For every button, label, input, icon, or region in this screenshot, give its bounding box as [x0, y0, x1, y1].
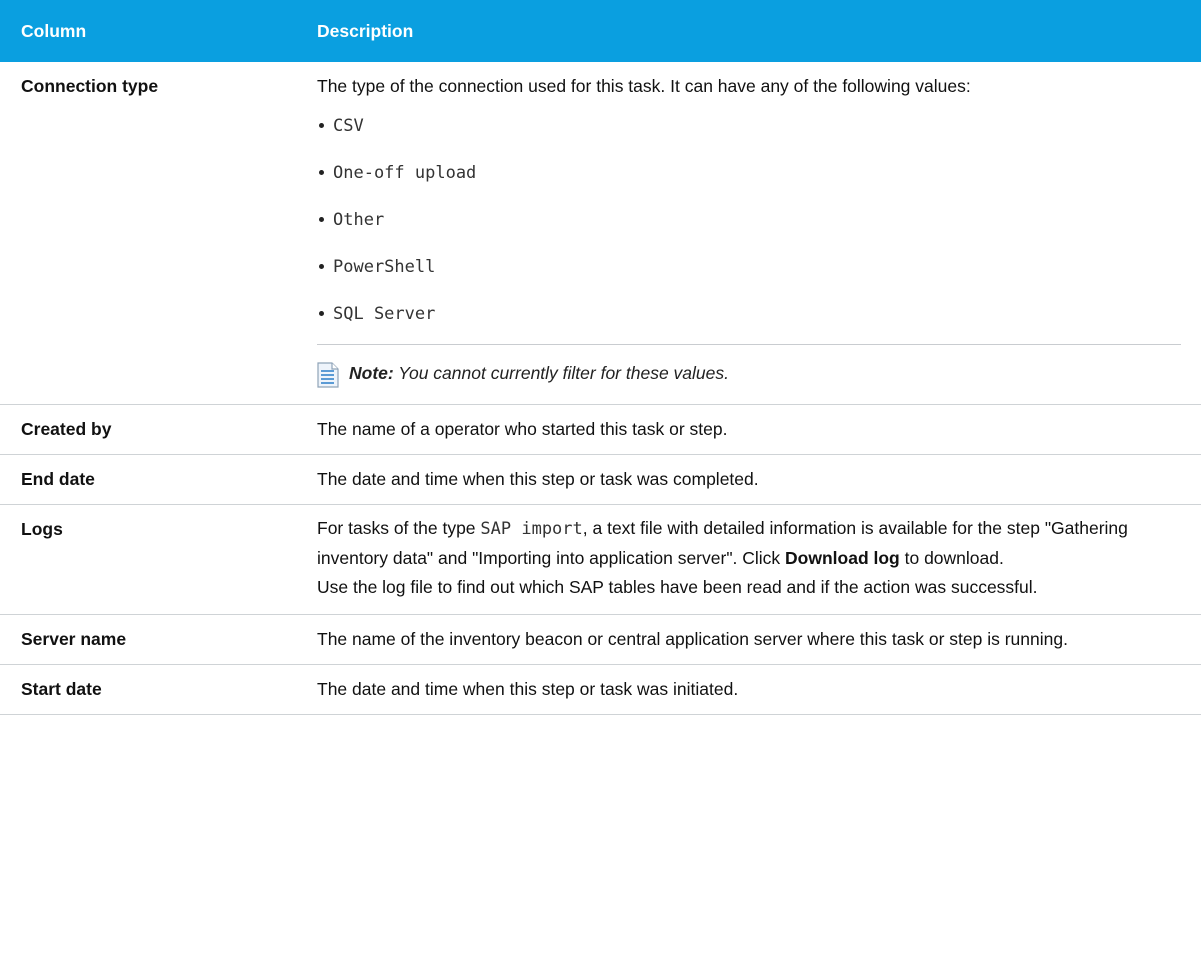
value-code: One-off upload: [333, 163, 477, 183]
list-item: SQL Server: [317, 301, 1181, 326]
connection-type-values: CSV One-off upload Other PowerShell SQL …: [317, 113, 1181, 326]
connection-type-intro: The type of the connection used for this…: [317, 76, 971, 96]
value-code: PowerShell: [333, 257, 436, 277]
columns-table: Column Description Connection type The t…: [0, 0, 1201, 715]
note-label: Note:: [349, 363, 394, 383]
row-name: Server name: [0, 614, 297, 665]
logs-code: SAP import: [480, 519, 583, 539]
note-text: Note: You cannot currently filter for th…: [349, 359, 729, 388]
logs-second-paragraph: Use the log file to find out which SAP t…: [317, 577, 1038, 597]
list-item: One-off upload: [317, 160, 1181, 185]
table-row-end-date: End date The date and time when this ste…: [0, 454, 1201, 505]
row-description: The date and time when this step or task…: [297, 664, 1201, 715]
table-row-start-date: Start date The date and time when this s…: [0, 664, 1201, 715]
value-code: Other: [333, 210, 385, 230]
value-code: SQL Server: [333, 304, 436, 324]
bullet-icon: [319, 217, 324, 222]
row-description: The type of the connection used for this…: [297, 62, 1201, 405]
logs-paragraph: For tasks of the type SAP import, a text…: [317, 514, 1181, 573]
list-item: CSV: [317, 113, 1181, 138]
list-item: PowerShell: [317, 254, 1181, 279]
table-header: Column Description: [0, 0, 1201, 62]
value-code: CSV: [333, 116, 364, 136]
bullet-icon: [319, 264, 324, 269]
row-name: Start date: [0, 664, 297, 715]
row-description: The date and time when this step or task…: [297, 454, 1201, 505]
list-item: Other: [317, 207, 1181, 232]
bullet-icon: [319, 123, 324, 128]
row-description: For tasks of the type SAP import, a text…: [297, 504, 1201, 615]
description-header: Description: [297, 0, 1201, 62]
bullet-icon: [319, 311, 324, 316]
table-row-connection-type: Connection type The type of the connecti…: [0, 62, 1201, 405]
table-row-logs: Logs For tasks of the type SAP import, a…: [0, 504, 1201, 615]
row-name: Connection type: [0, 62, 297, 405]
header-row: Column Description: [0, 0, 1201, 62]
bullet-icon: [319, 170, 324, 175]
note-document-icon: [317, 362, 339, 388]
row-name: End date: [0, 454, 297, 505]
logs-text: For tasks of the type: [317, 518, 481, 538]
row-name: Logs: [0, 504, 297, 615]
note-box: Note: You cannot currently filter for th…: [317, 344, 1181, 394]
download-log-label: Download log: [785, 548, 900, 568]
column-header: Column: [0, 0, 297, 62]
table-row-created-by: Created by The name of a operator who st…: [0, 404, 1201, 455]
row-name: Created by: [0, 404, 297, 455]
row-description: The name of a operator who started this …: [297, 404, 1201, 455]
note-body: You cannot currently filter for these va…: [393, 363, 729, 383]
row-description: The name of the inventory beacon or cent…: [297, 614, 1201, 665]
table-row-server-name: Server name The name of the inventory be…: [0, 614, 1201, 665]
logs-text: to download.: [899, 548, 1004, 568]
